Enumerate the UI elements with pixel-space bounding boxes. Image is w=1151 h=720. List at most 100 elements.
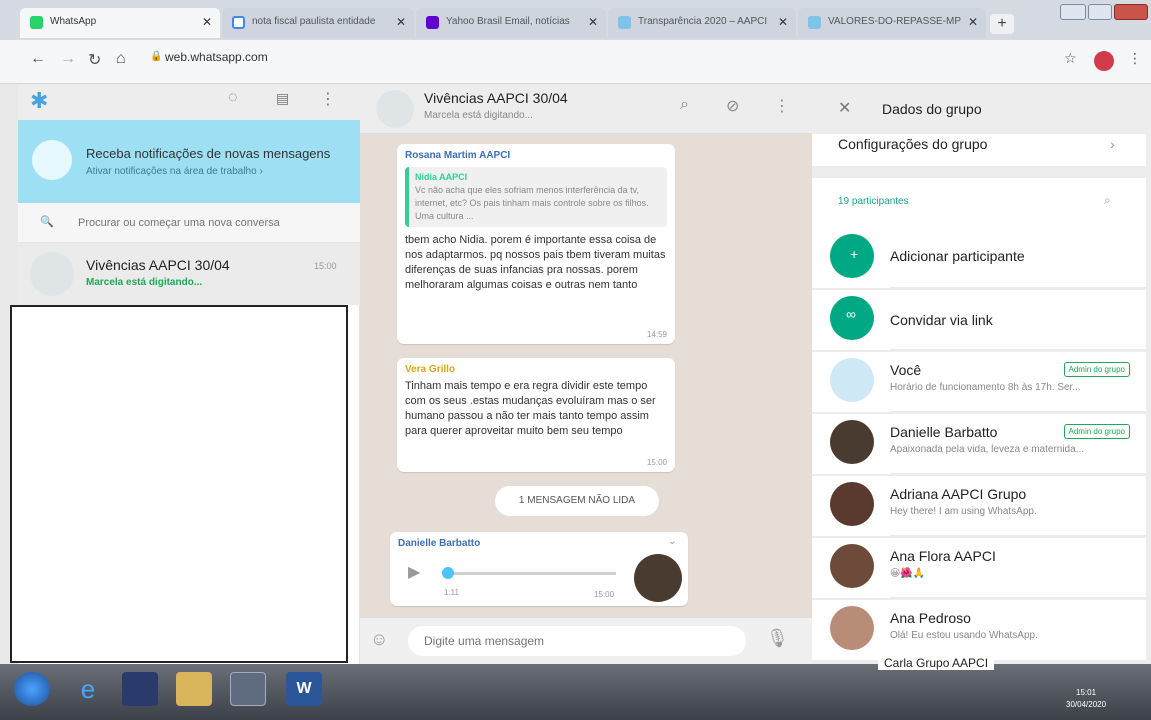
quoted-message[interactable]: Nidia AAPCI Vc não acha que eles sofriam… bbox=[405, 167, 667, 227]
close-tab-icon[interactable]: ✕ bbox=[968, 15, 978, 29]
tab-title: Yahoo Brasil Email, notícias bbox=[446, 16, 570, 27]
clock-time[interactable]: 15:01 bbox=[1076, 688, 1096, 697]
participant-name: Ana Flora AAPCI bbox=[890, 548, 996, 564]
yahoo-favicon-icon bbox=[426, 16, 439, 29]
reload-icon[interactable]: ↻ bbox=[88, 50, 101, 70]
group-avatar-icon bbox=[30, 252, 74, 296]
chat-status: Marcela está digitando... bbox=[424, 110, 533, 121]
close-window-button[interactable] bbox=[1114, 4, 1148, 20]
message-input[interactable] bbox=[408, 626, 746, 656]
maximize-button[interactable] bbox=[1088, 4, 1112, 20]
menu-dots-icon[interactable]: ⋮ bbox=[320, 89, 336, 109]
tab-transparencia[interactable]: Transparência 2020 – AAPCI ✕ bbox=[608, 8, 796, 38]
windows-taskbar: Carla Grupo AAPCI e W 15:01 30/04/2020 bbox=[0, 656, 1151, 720]
chat-list-item[interactable]: Vivências AAPCI 30/04 Marcela está digit… bbox=[18, 243, 360, 305]
row-separator bbox=[890, 411, 1146, 412]
row-separator bbox=[890, 597, 1146, 598]
close-tab-icon[interactable]: ✕ bbox=[202, 15, 212, 29]
quote-author: Nidia AAPCI bbox=[415, 172, 468, 182]
invite-link-label: Convidar via link bbox=[890, 312, 993, 328]
chevron-down-icon[interactable]: ⌄ bbox=[668, 536, 676, 547]
start-button[interactable] bbox=[14, 672, 50, 706]
profile-avatar[interactable] bbox=[1094, 51, 1114, 71]
group-info-header: ✕ Dados do grupo bbox=[812, 84, 1151, 134]
microphone-icon[interactable]: 🎙 bbox=[766, 628, 789, 649]
profile-flower-icon[interactable]: ✱ bbox=[30, 88, 48, 114]
word-icon[interactable]: W bbox=[286, 672, 322, 706]
close-icon[interactable]: ✕ bbox=[838, 98, 851, 118]
invite-link-row[interactable]: ∞ Convidar via link bbox=[812, 290, 1146, 350]
chat-header[interactable]: Vivências AAPCI 30/04 Marcela está digit… bbox=[360, 84, 812, 134]
add-participant-label: Adicionar participante bbox=[890, 248, 1025, 264]
participant-row[interactable]: Danielle Barbatto Apaixonada pela vida, … bbox=[812, 414, 1146, 474]
audio-progress-track[interactable] bbox=[446, 572, 616, 575]
audio-scrubber[interactable] bbox=[442, 567, 454, 579]
tab-yahoo[interactable]: Yahoo Brasil Email, notícias ✕ bbox=[416, 8, 606, 38]
close-tab-icon[interactable]: ✕ bbox=[588, 15, 598, 29]
participant-row[interactable]: Ana Flora AAPCI 😀🌺🙏 bbox=[812, 538, 1146, 598]
search-bar: 🔍 bbox=[18, 203, 360, 243]
minimize-button[interactable] bbox=[1060, 4, 1086, 20]
group-avatar-icon[interactable] bbox=[376, 90, 414, 128]
address-bar-row: ← → ↻ ⌂ 🔒 web.whatsapp.com ☆ ⋮ bbox=[0, 40, 1151, 84]
participant-row[interactable]: Ana Pedroso Olá! Eu estou usando WhatsAp… bbox=[812, 600, 1146, 660]
participant-avatar bbox=[830, 420, 874, 464]
message-sender: Vera Grillo bbox=[405, 364, 456, 375]
search-icon: 🔍 bbox=[40, 216, 54, 228]
play-icon[interactable]: ▶ bbox=[408, 562, 420, 582]
tab-nota-fiscal[interactable]: nota fiscal paulista entidade ✕ bbox=[222, 8, 414, 38]
close-tab-icon[interactable]: ✕ bbox=[396, 15, 406, 29]
participant-status: Olá! Eu estou usando WhatsApp. bbox=[890, 630, 1038, 641]
clock-date[interactable]: 30/04/2020 bbox=[1066, 700, 1106, 709]
bookmark-star-icon[interactable]: ☆ bbox=[1064, 50, 1077, 67]
message-time: 15:00 bbox=[646, 458, 667, 467]
file-explorer-icon[interactable] bbox=[176, 672, 212, 706]
notification-banner[interactable]: Receba notificações de novas mensagens A… bbox=[18, 120, 360, 203]
media-player-icon[interactable] bbox=[122, 672, 158, 706]
sender-avatar bbox=[634, 554, 682, 602]
admin-badge: Admin do grupo bbox=[1063, 362, 1130, 377]
url-field[interactable]: web.whatsapp.com bbox=[165, 50, 268, 64]
message-sender: Rosana Martim AAPCI bbox=[405, 150, 511, 161]
link-glyph-icon: ∞ bbox=[846, 306, 856, 322]
admin-badge: Admin do grupo bbox=[1063, 424, 1130, 439]
row-separator bbox=[890, 349, 1146, 350]
participant-status: 😀🌺🙏 bbox=[890, 568, 926, 579]
message-list: Rosana Martim AAPCI Nidia AAPCI Vc não a… bbox=[360, 134, 812, 618]
search-icon[interactable]: ⌕ bbox=[1104, 193, 1111, 208]
tab-valores[interactable]: VALORES-DO-REPASSE-MP ✕ bbox=[798, 8, 986, 38]
forward-icon[interactable]: → bbox=[60, 50, 76, 68]
unread-divider: 1 MENSAGEM NÃO LIDA bbox=[495, 486, 659, 516]
menu-dots-icon[interactable]: ⋮ bbox=[774, 96, 790, 116]
enable-notifications-link[interactable]: Ativar notificações na área de trabalho … bbox=[86, 166, 263, 177]
back-icon[interactable]: ← bbox=[30, 50, 46, 68]
chrome-icon[interactable] bbox=[230, 672, 266, 706]
add-participant-row[interactable]: + Adicionar participante bbox=[812, 228, 1146, 288]
compose-bar: ☺ 🎙 bbox=[360, 618, 812, 664]
tab-whatsapp[interactable]: WhatsApp ✕ bbox=[20, 8, 220, 38]
bell-off-icon bbox=[32, 140, 72, 180]
whatsapp-favicon-icon bbox=[30, 16, 43, 29]
close-tab-icon[interactable]: ✕ bbox=[778, 15, 788, 29]
voice-message-bubble: Danielle Barbatto ▶ 1:11 15:00 ⌄ bbox=[390, 532, 688, 606]
participant-name: Você bbox=[890, 362, 922, 378]
plus-icon: + bbox=[850, 246, 859, 262]
home-icon[interactable]: ⌂ bbox=[116, 50, 126, 68]
browser-menu-icon[interactable]: ⋮ bbox=[1128, 50, 1142, 67]
status-icon[interactable]: ◌ bbox=[228, 89, 238, 107]
internet-explorer-icon[interactable]: e bbox=[70, 672, 106, 706]
row-separator bbox=[890, 535, 1146, 536]
search-input[interactable] bbox=[78, 211, 348, 235]
participant-row[interactable]: Você Horário de funcionamento 8h às 17h.… bbox=[812, 352, 1146, 412]
new-chat-icon[interactable]: ▤ bbox=[276, 90, 289, 107]
audio-duration: 1:11 bbox=[444, 588, 459, 597]
participant-status: Hey there! I am using WhatsApp. bbox=[890, 506, 1037, 517]
search-icon[interactable]: ⌕ bbox=[680, 96, 689, 114]
participant-row[interactable]: Adriana AAPCI Grupo Hey there! I am usin… bbox=[812, 476, 1146, 536]
attach-icon[interactable]: ⊘ bbox=[726, 96, 739, 116]
row-separator bbox=[890, 473, 1146, 474]
new-tab-button[interactable]: + bbox=[990, 14, 1014, 34]
window-controls bbox=[1060, 2, 1150, 22]
group-settings-row[interactable]: Configurações do grupo › bbox=[812, 134, 1146, 166]
emoji-icon[interactable]: ☺ bbox=[370, 629, 388, 650]
